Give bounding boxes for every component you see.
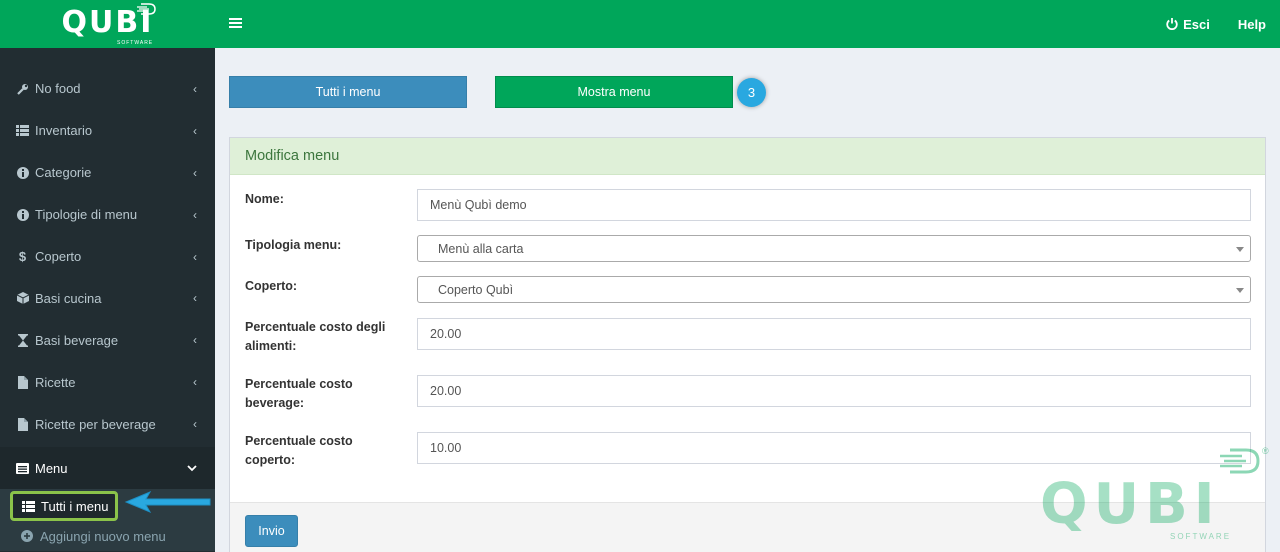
chevron-left-icon: ‹ [193,81,197,96]
logout-button[interactable]: Esci [1152,17,1224,32]
hourglass-icon [16,333,29,347]
sidebar-item-categorie[interactable]: Categorie ‹ [0,152,215,194]
alimenti-label-line2: alimenti: [245,339,297,353]
panel-title: Modifica menu [230,138,1265,175]
chevron-left-icon: ‹ [193,291,197,306]
power-icon [1166,18,1178,30]
sidebar-item-label: Menu [35,460,68,476]
wrench-icon [16,83,29,95]
chevron-left-icon: ‹ [193,165,197,180]
caret-down-icon [1236,287,1244,293]
beverage-input[interactable]: 20.00 [417,375,1251,407]
sidebar-item-tipologie[interactable]: Tipologie di menu ‹ [0,194,215,236]
submit-button[interactable]: Invio [245,515,298,547]
logo-mark-icon [137,3,156,15]
coperto-pct-label-line1: Percentuale costo [245,434,353,448]
list-icon [16,125,29,137]
coperto-pct-value: 10.00 [430,441,462,455]
watermark-text: QUBI [1040,472,1221,537]
info-icon [16,166,29,179]
pointer-arrow-icon [124,491,211,513]
watermark-logo: ® QUBI SOFTWARE [1040,444,1280,552]
sidebar: ⌂ Utensili No food ‹ Inventario ‹ Catego… [0,0,215,552]
watermark-mark-icon [1220,448,1260,474]
show-menu-button[interactable]: Mostra menu [495,76,733,108]
coperto-label: Coperto: [245,279,298,293]
chevron-left-icon: ‹ [193,249,197,264]
sidebar-item-menu[interactable]: Menu [0,447,215,490]
sidebar-item-inventario[interactable]: Inventario ‹ [0,110,215,152]
sidebar-item-ricette[interactable]: Ricette ‹ [0,361,215,403]
hamburger-menu-icon[interactable] [229,17,242,29]
watermark-subtext: SOFTWARE [1170,532,1232,541]
info-icon [16,208,29,221]
sidebar-item-label: Basi beverage [35,332,119,348]
nome-value: Menù Qubì demo [430,198,527,212]
submenu-item-label: Tutti i menu [41,498,109,514]
sidebar-item-coperto[interactable]: $ Coperto ‹ [0,236,215,278]
tipologia-value: Menù alla carta [438,241,524,256]
chevron-down-icon [187,461,197,475]
submenu-item-tutti-i-menu[interactable]: Tutti i menu [10,491,118,522]
menu-list-icon [16,462,29,474]
coperto-select[interactable]: Coperto Qubì [417,276,1251,303]
tipologia-label: Tipologia menu: [245,238,342,252]
chevron-left-icon: ‹ [193,207,197,222]
beverage-label-line1: Percentuale costo [245,377,353,391]
nome-input[interactable]: Menù Qubì demo [417,189,1251,221]
sidebar-item-label: Basi cucina [35,290,102,306]
all-menus-button[interactable]: Tutti i menu [229,76,467,108]
top-bar: Esci Help [215,0,1280,48]
dollar-icon: $ [18,249,27,264]
file-icon [16,417,29,431]
coperto-value: Coperto Qubì [438,282,514,297]
file-icon [16,375,29,389]
list-icon [21,500,35,512]
alimenti-label-line1: Percentuale costo degli [245,320,386,334]
alimenti-value: 20.00 [430,327,462,341]
plus-circle-icon [20,530,34,543]
cube-icon [16,292,29,305]
chevron-left-icon: ‹ [193,123,197,138]
alimenti-label: Percentuale costo degli alimenti: [245,318,385,356]
coperto-pct-label-line2: coperto: [245,453,295,467]
sidebar-item-label: Categorie [35,165,92,181]
logo-subtext: SOFTWARE [117,40,154,46]
sidebar-item-label: Ricette per beverage [35,416,156,432]
chevron-left-icon: ‹ [193,333,197,348]
sidebar-item-label: No food [35,81,81,97]
logout-label: Esci [1183,16,1210,32]
caret-down-icon [1236,246,1244,252]
step-badge: 3 [737,78,766,107]
chevron-left-icon: ‹ [193,375,197,390]
sidebar-item-label: Coperto [35,249,82,264]
coperto-pct-label: Percentuale costo coperto: [245,432,353,470]
sidebar-item-label: Inventario [35,123,93,139]
chevron-left-icon: ‹ [193,417,197,432]
submenu-item-label: Aggiungi nuovo menu [40,528,166,544]
sidebar-item-label: Ricette [35,374,76,390]
sidebar-nav: No food ‹ Inventario ‹ Categorie ‹ Tipol… [0,68,215,552]
sidebar-item-ricette-beverage[interactable]: Ricette per beverage ‹ [0,403,215,445]
submenu-item-aggiungi[interactable]: Aggiungi nuovo menu [0,521,215,551]
sidebar-item-basi-cucina[interactable]: Basi cucina ‹ [0,277,215,319]
watermark-registered: ® [1262,446,1269,456]
beverage-label: Percentuale costo beverage: [245,375,353,413]
beverage-value: 20.00 [430,384,462,398]
help-link[interactable]: Help [1224,17,1280,32]
tipologia-select[interactable]: Menù alla carta [417,235,1251,262]
brand-logo[interactable]: QUBI SOFTWARE [0,0,215,48]
beverage-label-line2: beverage: [245,396,305,410]
sidebar-item-no-food[interactable]: No food ‹ [0,68,215,110]
nome-label: Nome: [245,192,284,206]
sidebar-item-label: Tipologie di menu [35,207,138,223]
header-actions: Esci Help [1152,0,1280,48]
sidebar-item-basi-beverage[interactable]: Basi beverage ‹ [0,319,215,361]
alimenti-input[interactable]: 20.00 [417,318,1251,350]
